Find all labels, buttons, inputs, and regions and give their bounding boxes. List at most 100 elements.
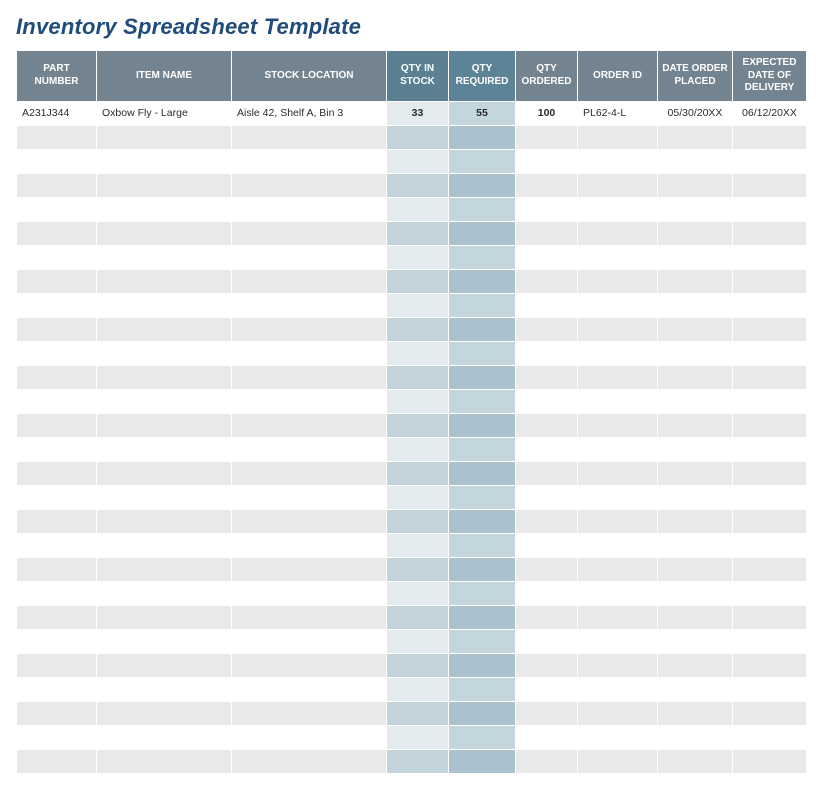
cell-part-number[interactable]: A231J344	[17, 101, 97, 125]
cell-qty-ordered[interactable]	[516, 173, 578, 197]
cell-date-order-placed[interactable]	[658, 557, 733, 581]
cell-order-id[interactable]	[578, 221, 658, 245]
cell-stock-location[interactable]	[232, 125, 387, 149]
cell-expected-date-of-delivery[interactable]	[733, 533, 807, 557]
cell-part-number[interactable]	[17, 653, 97, 677]
cell-expected-date-of-delivery[interactable]	[733, 317, 807, 341]
cell-item-name[interactable]	[97, 701, 232, 725]
cell-expected-date-of-delivery[interactable]	[733, 173, 807, 197]
cell-stock-location[interactable]	[232, 533, 387, 557]
cell-part-number[interactable]	[17, 125, 97, 149]
cell-expected-date-of-delivery[interactable]	[733, 197, 807, 221]
cell-order-id[interactable]	[578, 725, 658, 749]
cell-item-name[interactable]	[97, 221, 232, 245]
cell-expected-date-of-delivery[interactable]	[733, 365, 807, 389]
cell-qty-in-stock[interactable]	[387, 125, 449, 149]
cell-part-number[interactable]	[17, 749, 97, 773]
cell-qty-in-stock[interactable]	[387, 605, 449, 629]
cell-part-number[interactable]	[17, 413, 97, 437]
cell-qty-required[interactable]	[449, 221, 516, 245]
cell-qty-ordered[interactable]	[516, 245, 578, 269]
cell-date-order-placed[interactable]	[658, 341, 733, 365]
cell-item-name[interactable]	[97, 509, 232, 533]
cell-order-id[interactable]: PL62-4-L	[578, 101, 658, 125]
cell-part-number[interactable]	[17, 221, 97, 245]
cell-date-order-placed[interactable]	[658, 653, 733, 677]
cell-qty-in-stock[interactable]	[387, 365, 449, 389]
cell-qty-required[interactable]	[449, 389, 516, 413]
cell-item-name[interactable]	[97, 293, 232, 317]
cell-qty-ordered[interactable]	[516, 437, 578, 461]
cell-qty-ordered[interactable]	[516, 293, 578, 317]
cell-part-number[interactable]	[17, 629, 97, 653]
cell-stock-location[interactable]	[232, 173, 387, 197]
cell-date-order-placed[interactable]	[658, 389, 733, 413]
cell-expected-date-of-delivery[interactable]	[733, 605, 807, 629]
cell-qty-ordered[interactable]	[516, 341, 578, 365]
cell-qty-ordered[interactable]	[516, 149, 578, 173]
cell-order-id[interactable]	[578, 653, 658, 677]
cell-qty-ordered[interactable]	[516, 317, 578, 341]
cell-qty-required[interactable]	[449, 173, 516, 197]
cell-qty-required[interactable]	[449, 341, 516, 365]
cell-date-order-placed[interactable]	[658, 149, 733, 173]
cell-stock-location[interactable]	[232, 365, 387, 389]
cell-qty-required[interactable]	[449, 725, 516, 749]
cell-qty-ordered[interactable]	[516, 605, 578, 629]
cell-date-order-placed[interactable]: 05/30/20XX	[658, 101, 733, 125]
cell-item-name[interactable]	[97, 389, 232, 413]
cell-qty-in-stock[interactable]	[387, 221, 449, 245]
cell-qty-ordered[interactable]	[516, 485, 578, 509]
cell-qty-ordered[interactable]	[516, 629, 578, 653]
cell-order-id[interactable]	[578, 509, 658, 533]
cell-item-name[interactable]	[97, 317, 232, 341]
cell-qty-in-stock[interactable]	[387, 725, 449, 749]
cell-item-name[interactable]	[97, 173, 232, 197]
cell-date-order-placed[interactable]	[658, 605, 733, 629]
cell-qty-in-stock[interactable]	[387, 701, 449, 725]
cell-item-name[interactable]	[97, 197, 232, 221]
cell-order-id[interactable]	[578, 365, 658, 389]
cell-qty-ordered[interactable]	[516, 197, 578, 221]
cell-qty-required[interactable]	[449, 677, 516, 701]
cell-expected-date-of-delivery[interactable]	[733, 245, 807, 269]
cell-stock-location[interactable]	[232, 413, 387, 437]
cell-qty-in-stock[interactable]	[387, 413, 449, 437]
cell-expected-date-of-delivery[interactable]	[733, 389, 807, 413]
cell-part-number[interactable]	[17, 173, 97, 197]
cell-item-name[interactable]	[97, 149, 232, 173]
cell-item-name[interactable]	[97, 437, 232, 461]
cell-qty-in-stock[interactable]	[387, 629, 449, 653]
cell-qty-in-stock[interactable]	[387, 149, 449, 173]
cell-qty-required[interactable]	[449, 533, 516, 557]
cell-qty-in-stock[interactable]	[387, 677, 449, 701]
cell-qty-ordered[interactable]	[516, 701, 578, 725]
cell-qty-ordered[interactable]	[516, 269, 578, 293]
cell-qty-in-stock[interactable]	[387, 533, 449, 557]
cell-expected-date-of-delivery[interactable]	[733, 341, 807, 365]
cell-order-id[interactable]	[578, 437, 658, 461]
cell-stock-location[interactable]	[232, 509, 387, 533]
cell-stock-location[interactable]	[232, 749, 387, 773]
cell-qty-in-stock[interactable]	[387, 269, 449, 293]
cell-date-order-placed[interactable]	[658, 245, 733, 269]
cell-qty-required[interactable]	[449, 701, 516, 725]
cell-qty-in-stock[interactable]	[387, 197, 449, 221]
cell-expected-date-of-delivery[interactable]	[733, 461, 807, 485]
cell-date-order-placed[interactable]	[658, 629, 733, 653]
cell-stock-location[interactable]	[232, 677, 387, 701]
cell-item-name[interactable]	[97, 749, 232, 773]
cell-qty-required[interactable]	[449, 509, 516, 533]
cell-order-id[interactable]	[578, 389, 658, 413]
cell-item-name[interactable]	[97, 629, 232, 653]
cell-item-name[interactable]	[97, 125, 232, 149]
cell-part-number[interactable]	[17, 389, 97, 413]
cell-expected-date-of-delivery[interactable]	[733, 701, 807, 725]
cell-stock-location[interactable]	[232, 293, 387, 317]
cell-part-number[interactable]	[17, 197, 97, 221]
cell-qty-required[interactable]: 55	[449, 101, 516, 125]
cell-qty-ordered[interactable]	[516, 653, 578, 677]
cell-qty-required[interactable]	[449, 653, 516, 677]
cell-expected-date-of-delivery[interactable]	[733, 149, 807, 173]
cell-item-name[interactable]	[97, 533, 232, 557]
